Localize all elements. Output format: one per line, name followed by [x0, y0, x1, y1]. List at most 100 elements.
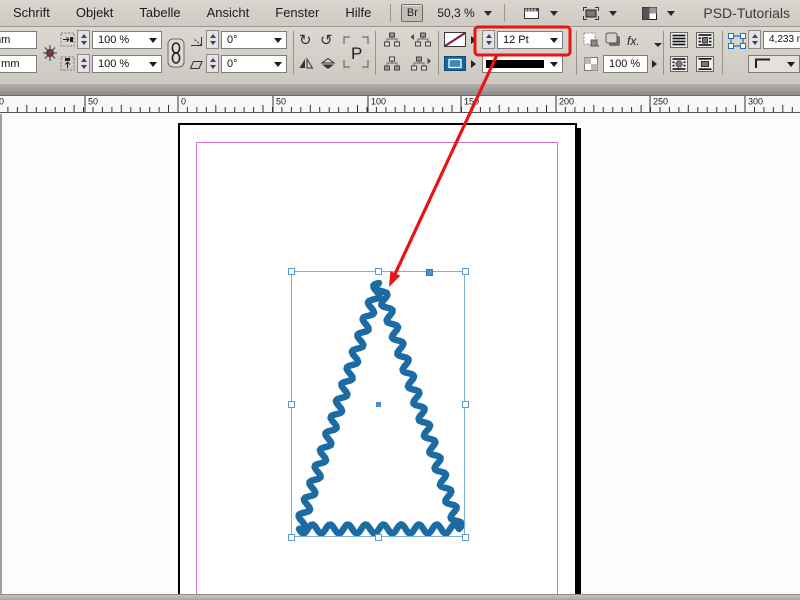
chevron-down-icon [654, 43, 662, 47]
rotation-angle-icon [189, 35, 204, 47]
chevron-down-icon [550, 62, 558, 67]
fill-options-arrow[interactable] [471, 36, 476, 44]
indesign-window: Schrift Objekt Tabelle Ansicht Fenster H… [0, 0, 800, 600]
zoom-level-dropdown[interactable]: 50,3 % [437, 6, 491, 20]
corner-radius-stepper[interactable] [748, 30, 761, 49]
menu-objekt[interactable]: Objekt [63, 0, 127, 26]
shear-value: 0° [227, 58, 238, 70]
menubar-divider [504, 4, 505, 22]
selection-handle[interactable] [462, 268, 469, 275]
svg-text:,: , [597, 38, 600, 48]
arrange-documents-icon [641, 6, 658, 21]
height-value: 7 mm [0, 58, 20, 70]
no-text-wrap-icon[interactable] [670, 32, 688, 48]
scale-x-field[interactable]: 100 % [92, 31, 162, 49]
menu-hilfe[interactable]: Hilfe [332, 0, 384, 26]
rotate-90-cw-icon[interactable]: ↻ [299, 31, 312, 49]
stroke-swatch-blue[interactable] [444, 56, 466, 71]
bridge-button[interactable]: Br [401, 4, 423, 22]
effects-fx-button[interactable]: fx. [627, 34, 640, 48]
shear-angle-icon [189, 59, 204, 71]
zoom-level-value: 50,3 % [437, 6, 474, 20]
wrap-object-shape-icon[interactable] [670, 56, 688, 72]
selection-handle[interactable] [288, 534, 295, 541]
solid-stroke-preview [486, 56, 546, 72]
flip-horizontal-icon[interactable] [298, 57, 314, 70]
menu-schrift[interactable]: Schrift [0, 0, 63, 26]
chevron-down-icon [274, 38, 282, 43]
fill-swatch-none[interactable] [444, 32, 466, 47]
height-field[interactable]: 7 mm [0, 55, 37, 73]
svg-text:0: 0 [0, 97, 4, 107]
ruler-ticks: 050050100150200250300 [0, 96, 800, 112]
wrap-bounding-box-icon[interactable] [696, 32, 714, 48]
stroke-options-arrow[interactable] [471, 60, 476, 68]
constrain-dimensions-icon[interactable] [42, 44, 58, 62]
opacity-field[interactable]: 100 % [603, 55, 648, 73]
selection-handle[interactable] [375, 534, 382, 541]
panel-divider [576, 31, 577, 75]
selection-handle[interactable] [462, 401, 469, 408]
select-content-icon[interactable] [383, 56, 401, 71]
width-field[interactable]: mm [0, 31, 37, 49]
rotate-90-ccw-icon[interactable]: ↺ [320, 31, 333, 49]
chevron-down-icon [484, 11, 492, 16]
selection-handle[interactable] [375, 268, 382, 275]
right-angle-corner-icon [755, 58, 771, 70]
scale-y-stepper[interactable] [77, 54, 90, 73]
corner-radius-field[interactable]: 4,233 mm [763, 31, 800, 49]
arrange-documents-button[interactable] [641, 6, 675, 21]
opacity-options-arrow[interactable] [652, 60, 657, 68]
selection-handle[interactable] [288, 268, 295, 275]
select-prev-object-icon[interactable] [409, 32, 431, 47]
menu-tabelle[interactable]: Tabelle [126, 0, 193, 26]
view-options-button[interactable] [523, 6, 558, 21]
stroke-weight-field[interactable]: 12 Pt [497, 31, 563, 49]
stroke-type-dropdown[interactable] [482, 55, 563, 73]
menu-fenster[interactable]: Fenster [262, 0, 332, 26]
opacity-checker-icon [584, 57, 598, 71]
menu-ansicht[interactable]: Ansicht [194, 0, 263, 26]
drop-shadow-icon[interactable] [605, 32, 622, 48]
svg-text:200: 200 [559, 97, 574, 107]
rotation-stepper[interactable] [206, 30, 219, 49]
link-scale-icon[interactable] [167, 38, 185, 68]
chevron-down-icon [550, 38, 558, 43]
chevron-down-icon [550, 11, 558, 16]
stroke-weight-stepper[interactable] [482, 30, 495, 49]
document-canvas[interactable] [0, 114, 800, 594]
selection-handle[interactable] [288, 401, 295, 408]
corner-shape-dropdown[interactable] [748, 55, 800, 73]
bottom-scroll-strip[interactable] [0, 594, 800, 600]
view-options-icon [523, 6, 541, 21]
selection-center-point[interactable] [376, 402, 381, 407]
object-style-icon[interactable]: , [583, 32, 601, 48]
shear-stepper[interactable] [206, 54, 219, 73]
opacity-value: 100 % [609, 58, 640, 70]
flip-vertical-icon[interactable] [320, 57, 336, 70]
panel-divider [663, 31, 664, 75]
jump-object-icon[interactable] [696, 56, 714, 72]
scale-x-icon [60, 32, 75, 47]
select-container-icon[interactable] [383, 32, 401, 47]
svg-text:P: P [351, 44, 362, 63]
rotation-value: 0° [227, 34, 238, 46]
frame-corner-icon [728, 33, 746, 49]
svg-text:0: 0 [181, 97, 186, 107]
scale-y-field[interactable]: 100 % [92, 55, 162, 73]
select-next-object-icon[interactable] [409, 56, 431, 71]
rotate-container-p-icon: P [343, 36, 369, 68]
svg-text:50: 50 [276, 97, 286, 107]
stroke-swatch-inner [445, 57, 465, 70]
svg-text:100: 100 [371, 97, 386, 107]
selection-handle[interactable] [462, 534, 469, 541]
scale-x-stepper[interactable] [77, 30, 90, 49]
svg-text:50: 50 [88, 97, 98, 107]
shear-angle-field[interactable]: 0° [221, 55, 287, 73]
horizontal-ruler[interactable]: 050050100150200250300 [0, 96, 800, 113]
selected-anchor-point[interactable] [426, 269, 433, 276]
menubar-divider [390, 4, 391, 22]
screen-mode-button[interactable] [582, 6, 617, 21]
rotation-angle-field[interactable]: 0° [221, 31, 287, 49]
scale-y-icon [60, 56, 75, 71]
